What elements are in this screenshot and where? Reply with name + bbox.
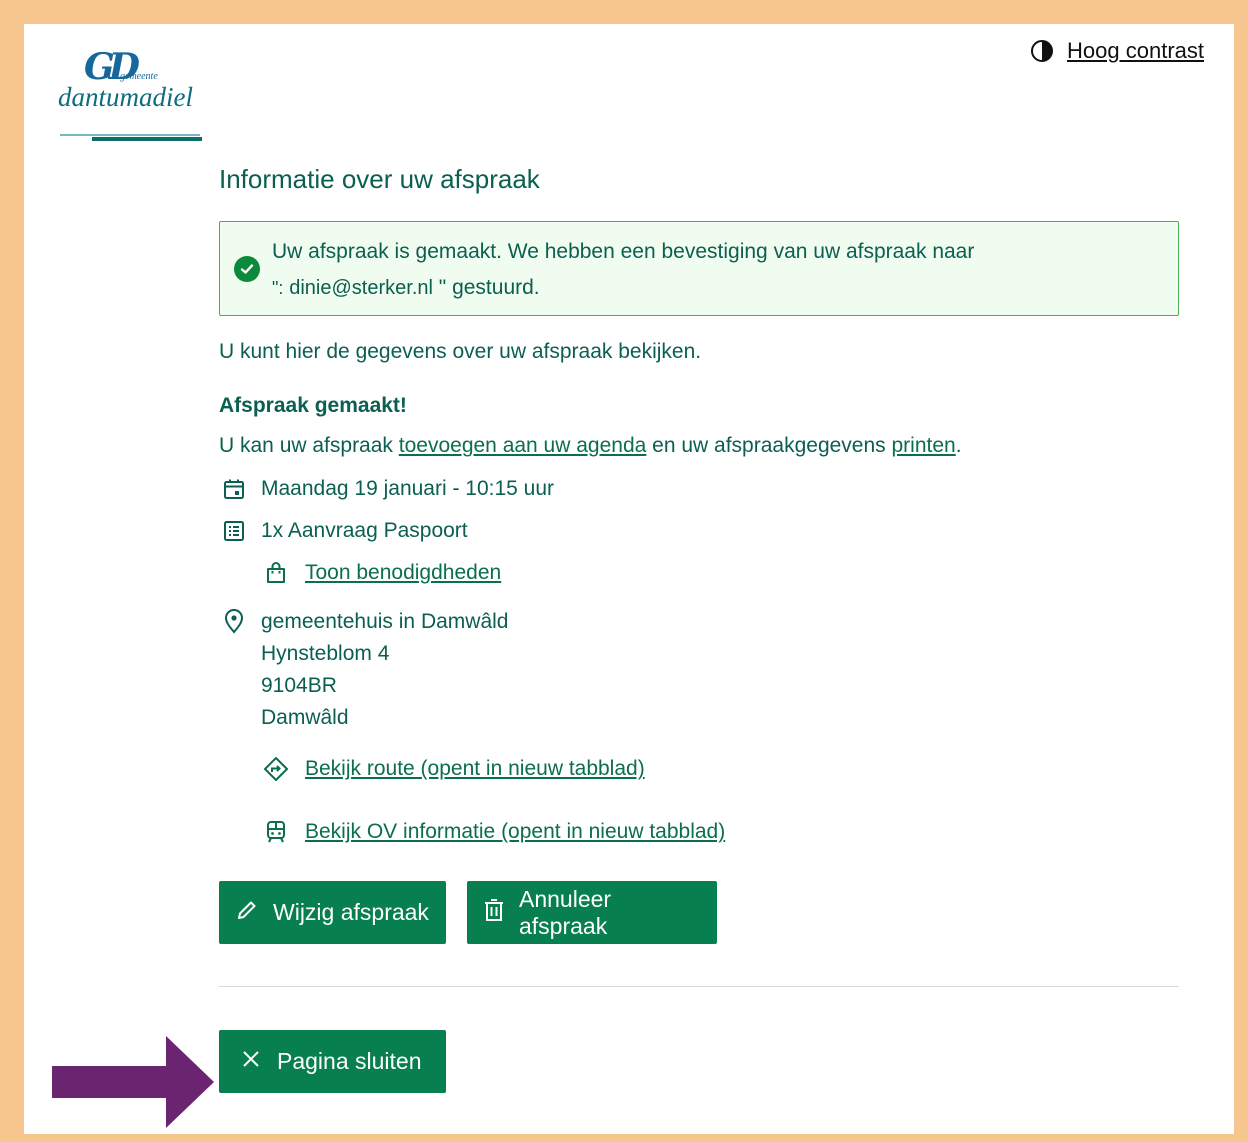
high-contrast-toggle[interactable]: Hoog contrast [1031, 38, 1204, 64]
alert-email: dinie@sterker.nl [289, 277, 433, 299]
check-circle-icon [234, 256, 260, 282]
success-alert: Uw afspraak is gemaakt. We hebben een be… [219, 221, 1179, 316]
logo-subtitle: gemeente [120, 71, 158, 82]
ov-info-link[interactable]: Bekijk OV informatie (opent in nieuw tab… [305, 820, 725, 844]
location-block: gemeentehuis in Damwâld Hynsteblom 4 910… [219, 606, 1179, 734]
route-link[interactable]: Bekijk route (opent in nieuw tabblad) [305, 757, 645, 781]
location-street: Hynsteblom 4 [261, 642, 390, 665]
page-container: GD gemeente dantumadiel Hoog contrast In… [24, 24, 1234, 1134]
appointment-date-row: Maandag 19 januari - 10:15 uur [219, 474, 1179, 504]
print-link[interactable]: printen [892, 434, 956, 457]
trash-icon [483, 898, 505, 928]
shopping-bag-icon [263, 560, 289, 586]
alert-text-end: " gestuurd. [438, 276, 540, 299]
change-appointment-label: Wijzig afspraak [273, 899, 429, 925]
logo-name: dantumadiel [58, 82, 193, 112]
pencil-icon [235, 898, 259, 928]
intro-text: U kunt hier de gegevens over uw afspraak… [219, 340, 702, 363]
add-to-calendar-text: U kan uw afspraak toevoegen aan uw agend… [219, 434, 1179, 458]
page-title: Informatie over uw afspraak [219, 164, 540, 194]
logo-underline [60, 134, 200, 136]
product-row: 1x Aanvraag Paspoort [219, 516, 1179, 546]
route-link-row[interactable]: Bekijk route (opent in nieuw tabblad) [263, 754, 1179, 784]
train-icon [263, 819, 289, 845]
close-page-button[interactable]: Pagina sluiten [219, 1030, 446, 1093]
ov-link-row[interactable]: Bekijk OV informatie (opent in nieuw tab… [263, 817, 1179, 847]
high-contrast-label: Hoog contrast [1067, 38, 1204, 63]
action-buttons: Wijzig afspraak Annuleer afspraak [219, 881, 1179, 944]
location-zip: 9104BR [261, 674, 337, 697]
add-to-calendar-link[interactable]: toevoegen aan uw agenda [399, 434, 647, 457]
alert-line-1: Uw afspraak is gemaakt. We hebben een be… [272, 240, 975, 263]
alert-quote-open: ": [272, 278, 284, 298]
location-city: Damwâld [261, 706, 349, 729]
appointment-made-heading: Afspraak gemaakt! [219, 394, 407, 417]
change-appointment-button[interactable]: Wijzig afspraak [219, 881, 446, 944]
location-name: gemeentehuis in Damwâld [261, 610, 509, 633]
requirements-link-row[interactable]: Toon benodigdheden [263, 558, 1179, 588]
municipality-logo[interactable]: GD gemeente dantumadiel [58, 46, 208, 146]
add-text-mid: en uw afspraakgegevens [646, 434, 892, 457]
location-pin-icon [219, 606, 249, 636]
calendar-icon [219, 476, 249, 502]
cancel-appointment-button[interactable]: Annuleer afspraak [467, 881, 717, 944]
show-requirements-link[interactable]: Toon benodigdheden [305, 561, 501, 585]
add-text-pre: U kan uw afspraak [219, 434, 399, 457]
appointment-info: Informatie over uw afspraak Uw afspraak … [219, 164, 1179, 1093]
section-divider [219, 986, 1179, 987]
directions-icon [263, 756, 289, 782]
appointment-date: Maandag 19 januari - 10:15 uur [261, 477, 555, 500]
product-name: 1x Aanvraag Paspoort [261, 519, 468, 542]
add-text-post: . [955, 434, 962, 457]
address-lines: gemeentehuis in Damwâld Hynsteblom 4 910… [261, 606, 508, 734]
list-icon [219, 518, 249, 544]
alert-line-2: ": dinie@sterker.nl " gestuurd. [272, 270, 1162, 306]
cancel-appointment-label: Annuleer afspraak [519, 885, 612, 939]
contrast-icon [1031, 40, 1054, 62]
close-icon [241, 1048, 261, 1075]
logo-underline-bar [92, 137, 202, 141]
close-page-label: Pagina sluiten [277, 1048, 422, 1074]
pointer-arrow-icon [52, 1036, 214, 1128]
